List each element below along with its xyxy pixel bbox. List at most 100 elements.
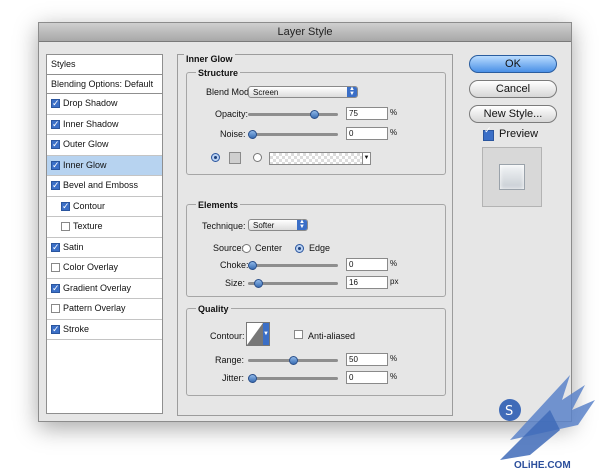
style-item-checkbox[interactable] xyxy=(51,239,60,258)
choke-label: Choke: xyxy=(220,260,249,270)
style-item[interactable]: Drop Shadow xyxy=(47,94,162,115)
watermark-logo: S OLiHE.COM xyxy=(490,370,600,474)
window-title: Layer Style xyxy=(39,23,571,42)
technique-select[interactable]: Softer ▲ ▼ xyxy=(248,219,308,231)
style-item[interactable]: Gradient Overlay xyxy=(47,279,162,299)
preview-thumbnail xyxy=(499,164,525,190)
style-item-label: Inner Glow xyxy=(63,159,107,170)
noise-unit: % xyxy=(390,128,398,137)
style-item[interactable]: Outer Glow xyxy=(47,135,162,156)
style-item-checkbox[interactable] xyxy=(51,116,60,135)
style-item[interactable]: Contour xyxy=(47,197,162,217)
noise-label: Noise: xyxy=(220,129,246,139)
structure-title: Structure xyxy=(196,68,241,78)
opacity-input[interactable]: 75 xyxy=(346,107,388,120)
style-item-label: Satin xyxy=(63,241,84,252)
style-item-checkbox[interactable] xyxy=(51,95,60,115)
range-slider-thumb[interactable] xyxy=(289,356,298,365)
preview-checkbox[interactable] xyxy=(483,126,494,141)
style-item-checkbox[interactable] xyxy=(51,321,60,340)
preview-swatch xyxy=(482,147,542,207)
blend-mode-select[interactable]: Screen ▲ ▼ xyxy=(248,86,358,98)
style-item[interactable]: Pattern Overlay xyxy=(47,299,162,320)
style-item-checkbox[interactable] xyxy=(61,222,70,231)
quality-group: Quality Contour: ▼ Anti-aliased Range: 5… xyxy=(186,304,446,396)
style-item-label: Pattern Overlay xyxy=(63,303,126,313)
opacity-unit: % xyxy=(390,108,398,117)
style-item[interactable]: Bevel and Emboss xyxy=(47,176,162,197)
watermark-text: OLiHE.COM xyxy=(514,460,571,471)
opacity-slider-thumb[interactable] xyxy=(310,110,319,119)
noise-slider[interactable] xyxy=(248,130,338,139)
size-unit: px xyxy=(390,277,399,286)
style-item-label: Contour xyxy=(73,200,106,211)
style-item[interactable]: Satin xyxy=(47,238,162,258)
choke-slider[interactable] xyxy=(248,261,338,270)
style-item[interactable]: Stroke xyxy=(47,320,162,340)
jitter-slider[interactable] xyxy=(248,374,338,383)
chevron-down-icon: ▼ xyxy=(362,153,370,164)
size-input[interactable]: 16 xyxy=(346,276,388,289)
gradient-radio[interactable] xyxy=(253,153,262,162)
contour-label: Contour: xyxy=(210,331,245,341)
size-slider-thumb[interactable] xyxy=(254,279,263,288)
structure-group: Structure Blend Mode: Screen ▲ ▼ Opacity:… xyxy=(186,68,446,175)
layer-style-dialog: Layer Style Styles Blending Options: Def… xyxy=(38,22,572,422)
style-item-label: Inner Shadow xyxy=(63,118,119,129)
style-item-checkbox[interactable] xyxy=(51,304,60,313)
opacity-slider[interactable] xyxy=(248,110,338,119)
style-item-checkbox[interactable] xyxy=(51,177,60,197)
source-label: Source: xyxy=(213,243,245,253)
jitter-slider-thumb[interactable] xyxy=(248,374,257,383)
quality-title: Quality xyxy=(196,304,231,314)
styles-header[interactable]: Styles xyxy=(47,55,162,75)
noise-slider-thumb[interactable] xyxy=(248,130,257,139)
inner-glow-panel: Inner Glow Structure Blend Mode: Screen … xyxy=(177,54,453,416)
ok-button[interactable]: OK xyxy=(469,55,557,73)
style-item-checkbox[interactable] xyxy=(51,136,60,156)
range-label: Range: xyxy=(215,355,245,365)
range-slider[interactable] xyxy=(248,356,338,365)
new-style-button[interactable]: New Style... xyxy=(469,105,557,123)
jitter-input[interactable]: 0 xyxy=(346,371,388,384)
technique-value: Softer xyxy=(253,221,275,230)
style-item-label: Color Overlay xyxy=(63,262,119,272)
contour-curve-icon xyxy=(247,323,263,345)
choke-input[interactable]: 0 xyxy=(346,258,388,271)
size-label: Size: xyxy=(225,278,246,288)
style-item-label: Stroke xyxy=(63,323,90,334)
style-item[interactable]: Inner Glow xyxy=(47,155,162,176)
blending-options-item[interactable]: Blending Options: Default xyxy=(47,75,162,94)
source-center-radio[interactable] xyxy=(242,244,251,253)
range-input[interactable]: 50 xyxy=(346,353,388,366)
jitter-label: Jitter: xyxy=(222,373,245,383)
contour-picker[interactable]: ▼ xyxy=(246,322,270,346)
blend-mode-value: Screen xyxy=(253,88,279,97)
cancel-button[interactable]: Cancel xyxy=(469,80,557,98)
anti-aliased-checkbox[interactable] xyxy=(294,330,303,339)
style-item-label: Gradient Overlay xyxy=(63,282,132,293)
choke-slider-thumb[interactable] xyxy=(248,261,257,270)
noise-input[interactable]: 0 xyxy=(346,127,388,140)
chevron-down-icon: ▼ xyxy=(263,323,269,345)
style-item-checkbox[interactable] xyxy=(51,280,60,299)
source-edge-label: Edge xyxy=(309,243,331,253)
select-arrows-icon: ▲ ▼ xyxy=(297,219,307,230)
style-item-checkbox[interactable] xyxy=(61,198,70,217)
style-item-label: Bevel and Emboss xyxy=(63,180,139,190)
glow-color-swatch[interactable] xyxy=(229,152,241,164)
gradient-picker[interactable]: ▼ xyxy=(269,152,371,165)
style-item-checkbox[interactable] xyxy=(51,263,60,272)
solid-color-radio[interactable] xyxy=(211,153,220,162)
style-item[interactable]: Texture xyxy=(47,217,162,238)
size-slider[interactable] xyxy=(248,279,338,288)
range-unit: % xyxy=(390,354,398,363)
preview-label: Preview xyxy=(499,128,539,140)
style-item-label: Drop Shadow xyxy=(63,98,118,108)
style-item-checkbox[interactable] xyxy=(51,157,60,176)
style-item[interactable]: Inner Shadow xyxy=(47,115,162,135)
source-edge-radio[interactable] xyxy=(295,244,304,253)
technique-label: Technique: xyxy=(202,221,246,231)
style-item[interactable]: Color Overlay xyxy=(47,258,162,279)
styles-list: Styles Blending Options: Default Drop Sh… xyxy=(46,54,163,414)
